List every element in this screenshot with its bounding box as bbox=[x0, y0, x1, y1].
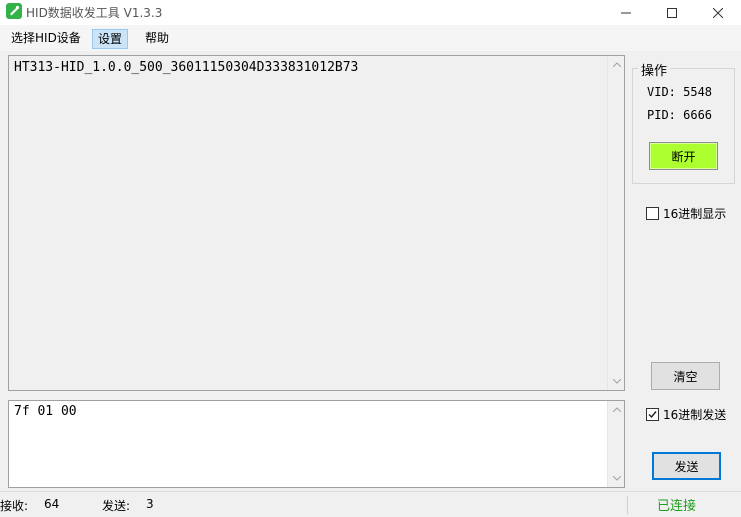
send-count-value: 3 bbox=[146, 497, 154, 511]
send-scrollbar[interactable] bbox=[607, 401, 624, 487]
hex-send-checkbox[interactable] bbox=[646, 408, 659, 421]
scroll-down-icon[interactable] bbox=[608, 470, 625, 487]
menu-select-hid-device[interactable]: 选择HID设备 bbox=[6, 29, 86, 49]
menu-help[interactable]: 帮助 bbox=[140, 29, 174, 49]
recv-count-value: 64 bbox=[44, 497, 60, 511]
hex-send-option[interactable]: 16进制发送 bbox=[646, 406, 726, 423]
window-title: HID数据收发工具 V1.3.3 bbox=[26, 6, 163, 20]
clear-button[interactable]: 清空 bbox=[651, 362, 720, 390]
send-text: 7f 01 00 bbox=[14, 404, 77, 419]
connection-status: 已连接 bbox=[657, 499, 697, 514]
maximize-icon[interactable] bbox=[649, 0, 695, 25]
hex-display-label: 16进制显示 bbox=[663, 207, 727, 221]
receive-scrollbar[interactable] bbox=[607, 56, 624, 390]
hex-display-checkbox[interactable] bbox=[646, 207, 659, 220]
send-textarea[interactable]: 7f 01 00 bbox=[8, 400, 625, 488]
receive-text: HT313-HID_1.0.0_500_36011150304D33383101… bbox=[14, 60, 359, 75]
disconnect-button[interactable]: 断开 bbox=[649, 142, 718, 170]
scroll-up-icon[interactable] bbox=[608, 401, 625, 418]
status-divider bbox=[627, 496, 628, 514]
hex-send-label: 16进制发送 bbox=[663, 408, 727, 422]
receive-textarea[interactable]: HT313-HID_1.0.0_500_36011150304D33383101… bbox=[8, 55, 625, 391]
pid-label: PID: 6666 bbox=[647, 108, 713, 122]
minimize-icon[interactable] bbox=[603, 0, 649, 25]
operation-group-title: 操作 bbox=[638, 60, 671, 79]
scroll-down-icon[interactable] bbox=[608, 373, 625, 390]
title-bar: HID数据收发工具 V1.3.3 bbox=[0, 0, 741, 25]
scroll-up-icon[interactable] bbox=[608, 56, 625, 73]
checkmark-icon bbox=[648, 411, 657, 419]
send-button[interactable]: 发送 bbox=[652, 452, 721, 480]
recv-count-label: 接收: bbox=[0, 499, 29, 513]
vid-label: VID: 5548 bbox=[647, 85, 713, 99]
send-count-label: 发送: bbox=[102, 499, 131, 513]
close-icon[interactable] bbox=[695, 0, 741, 25]
menu-settings[interactable]: 设置 bbox=[92, 29, 129, 49]
hex-display-option[interactable]: 16进制显示 bbox=[646, 205, 726, 222]
app-icon bbox=[6, 3, 22, 19]
status-bar: 接收: 64 发送: 3 已连接 bbox=[0, 491, 741, 517]
menu-bar: 选择HID设备 设置 帮助 bbox=[0, 25, 741, 51]
